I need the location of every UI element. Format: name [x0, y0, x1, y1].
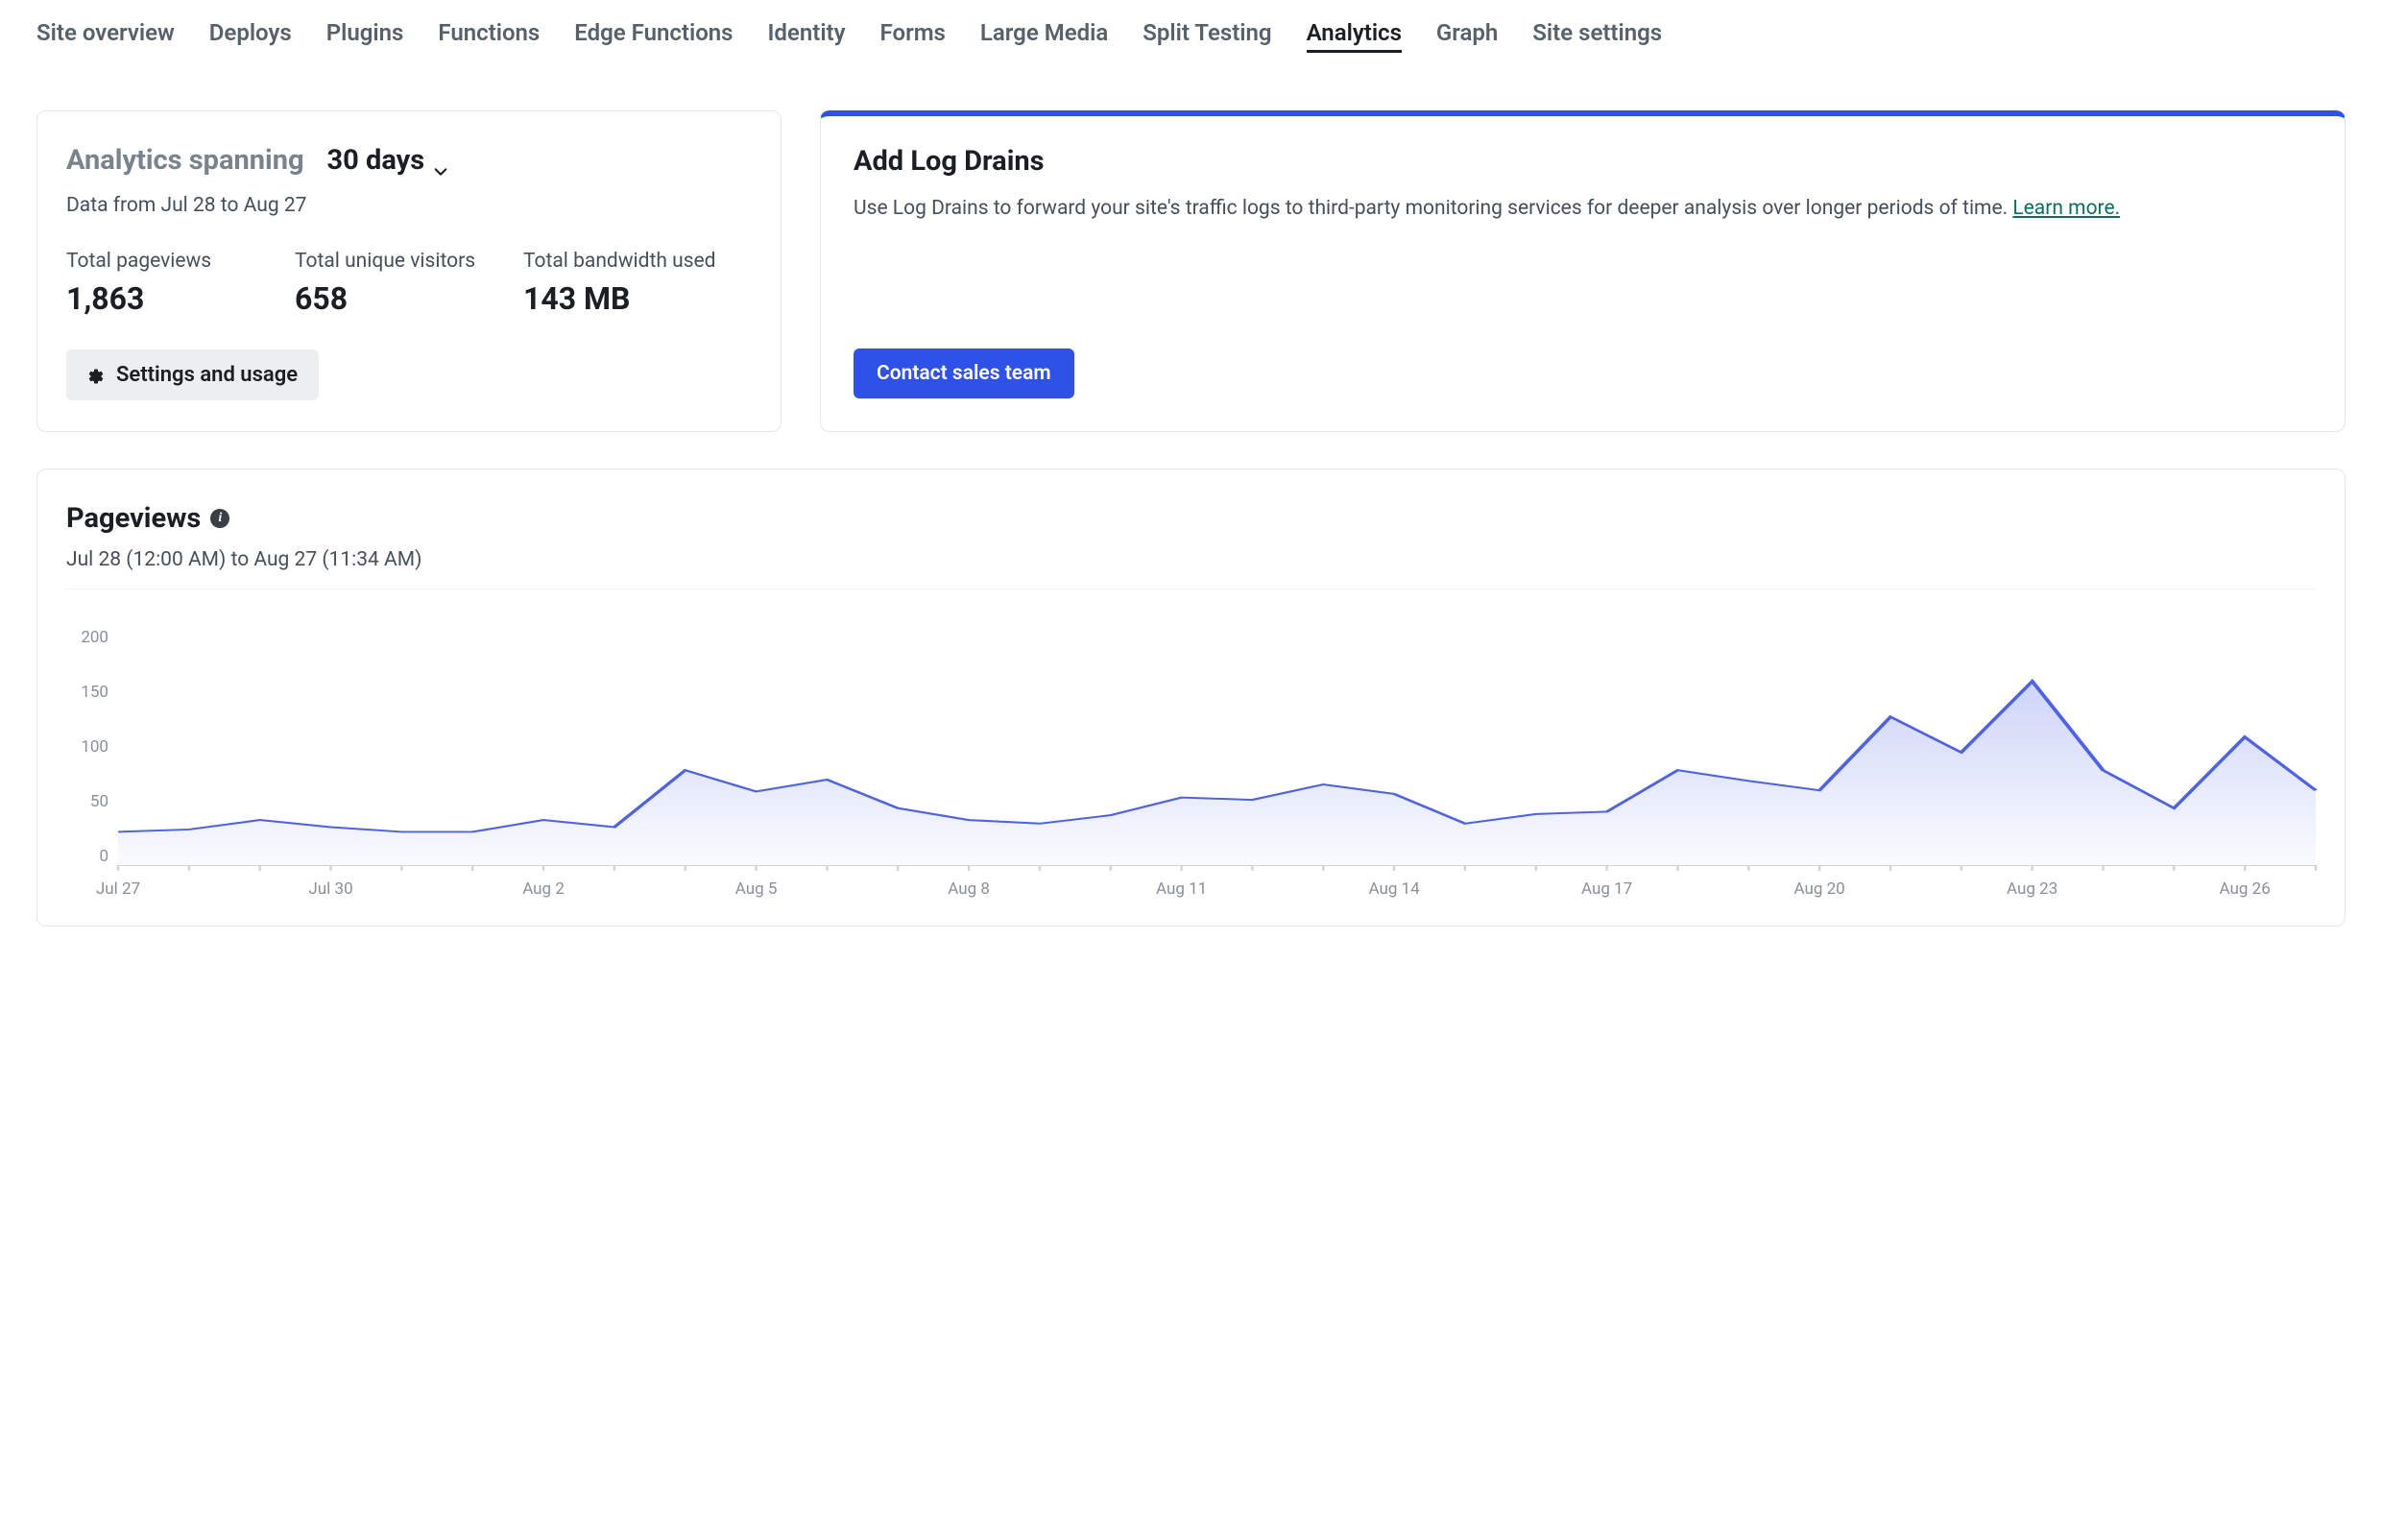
chart-x-axis: Jul 27Jul 30Aug 2Aug 5Aug 8Aug 11Aug 14A…	[118, 879, 2316, 899]
x-tick-label: Jul 30	[308, 879, 352, 899]
x-tick-label: Aug 23	[2007, 879, 2057, 899]
stats-row: Total pageviews 1,863Total unique visitor…	[66, 250, 752, 317]
date-range-value: 30 days	[327, 144, 425, 177]
log-drains-card: Add Log Drains Use Log Drains to forward…	[820, 110, 2346, 432]
tab-large-media[interactable]: Large Media	[980, 19, 1108, 53]
analytics-spanning-label: Analytics spanning	[66, 144, 304, 177]
tab-analytics[interactable]: Analytics	[1307, 19, 1402, 53]
x-tick-label: Aug 5	[735, 879, 778, 899]
stat-label: Total unique visitors	[295, 250, 523, 273]
tab-graph[interactable]: Graph	[1436, 19, 1498, 53]
pageviews-subtitle: Jul 28 (12:00 AM) to Aug 27 (11:34 AM)	[66, 548, 2316, 571]
contact-sales-button[interactable]: Contact sales team	[854, 349, 1074, 398]
pageviews-card: Pageviews i Jul 28 (12:00 AM) to Aug 27 …	[36, 469, 2346, 926]
analytics-heading: Analytics spanning 30 days	[66, 144, 752, 177]
stat-label: Total bandwidth used	[523, 250, 752, 273]
x-tick-label: Jul 27	[96, 879, 140, 899]
settings-and-usage-button[interactable]: Settings and usage	[66, 349, 319, 400]
stat-block: Total bandwidth used 143 MB	[523, 250, 752, 317]
tab-plugins[interactable]: Plugins	[326, 19, 404, 53]
gear-icon	[87, 367, 105, 384]
analytics-summary-card: Analytics spanning 30 days Data from Jul…	[36, 110, 782, 432]
stat-value: 658	[295, 280, 523, 317]
x-tick-label: Aug 11	[1156, 879, 1207, 899]
summary-row: Analytics spanning 30 days Data from Jul…	[36, 110, 2346, 432]
pageviews-chart: 200 150 100 50 0	[66, 628, 2316, 866]
log-drains-title: Add Log Drains	[854, 145, 2312, 178]
stat-block: Total unique visitors 658	[295, 250, 523, 317]
y-tick-label: 100	[81, 737, 108, 757]
stat-value: 1,863	[66, 280, 295, 317]
stat-block: Total pageviews 1,863	[66, 250, 295, 317]
analytics-date-range-text: Data from Jul 28 to Aug 27	[66, 194, 752, 217]
x-tick-label: Aug 26	[2220, 879, 2271, 899]
x-tick-label: Aug 8	[948, 879, 990, 899]
y-tick-label: 150	[81, 683, 108, 702]
date-range-dropdown[interactable]: 30 days	[327, 144, 448, 177]
chart-plot-area	[118, 628, 2316, 866]
tab-deploys[interactable]: Deploys	[209, 19, 292, 53]
tab-functions[interactable]: Functions	[438, 19, 540, 53]
info-icon[interactable]: i	[210, 509, 229, 528]
x-tick-label: Aug 14	[1368, 879, 1419, 899]
tab-edge-functions[interactable]: Edge Functions	[574, 19, 733, 53]
tab-site-overview[interactable]: Site overview	[36, 19, 175, 53]
settings-button-label: Settings and usage	[116, 363, 298, 387]
learn-more-link[interactable]: Learn more.	[2012, 197, 2120, 220]
pageviews-title: Pageviews	[66, 502, 201, 535]
y-tick-label: 0	[99, 847, 108, 866]
chart-y-axis: 200 150 100 50 0	[66, 628, 118, 866]
divider	[66, 589, 2316, 590]
x-tick-label: Aug 2	[522, 879, 565, 899]
stat-label: Total pageviews	[66, 250, 295, 273]
tab-forms[interactable]: Forms	[880, 19, 946, 53]
x-tick-label: Aug 20	[1794, 879, 1845, 899]
x-tick-label: Aug 17	[1581, 879, 1632, 899]
log-drains-description: Use Log Drains to forward your site's tr…	[854, 197, 2012, 220]
stat-value: 143 MB	[523, 280, 752, 317]
log-drains-text: Use Log Drains to forward your site's tr…	[854, 193, 2312, 225]
pageviews-heading: Pageviews i	[66, 502, 2316, 535]
chevron-down-icon	[434, 154, 447, 167]
tab-site-settings[interactable]: Site settings	[1532, 19, 1662, 53]
tab-identity[interactable]: Identity	[768, 19, 846, 53]
tab-split-testing[interactable]: Split Testing	[1143, 19, 1271, 53]
nav-tabs: Site overview Deploys Plugins Functions Edge…	[36, 19, 2346, 53]
y-tick-label: 200	[81, 628, 108, 647]
y-tick-label: 50	[90, 792, 108, 811]
